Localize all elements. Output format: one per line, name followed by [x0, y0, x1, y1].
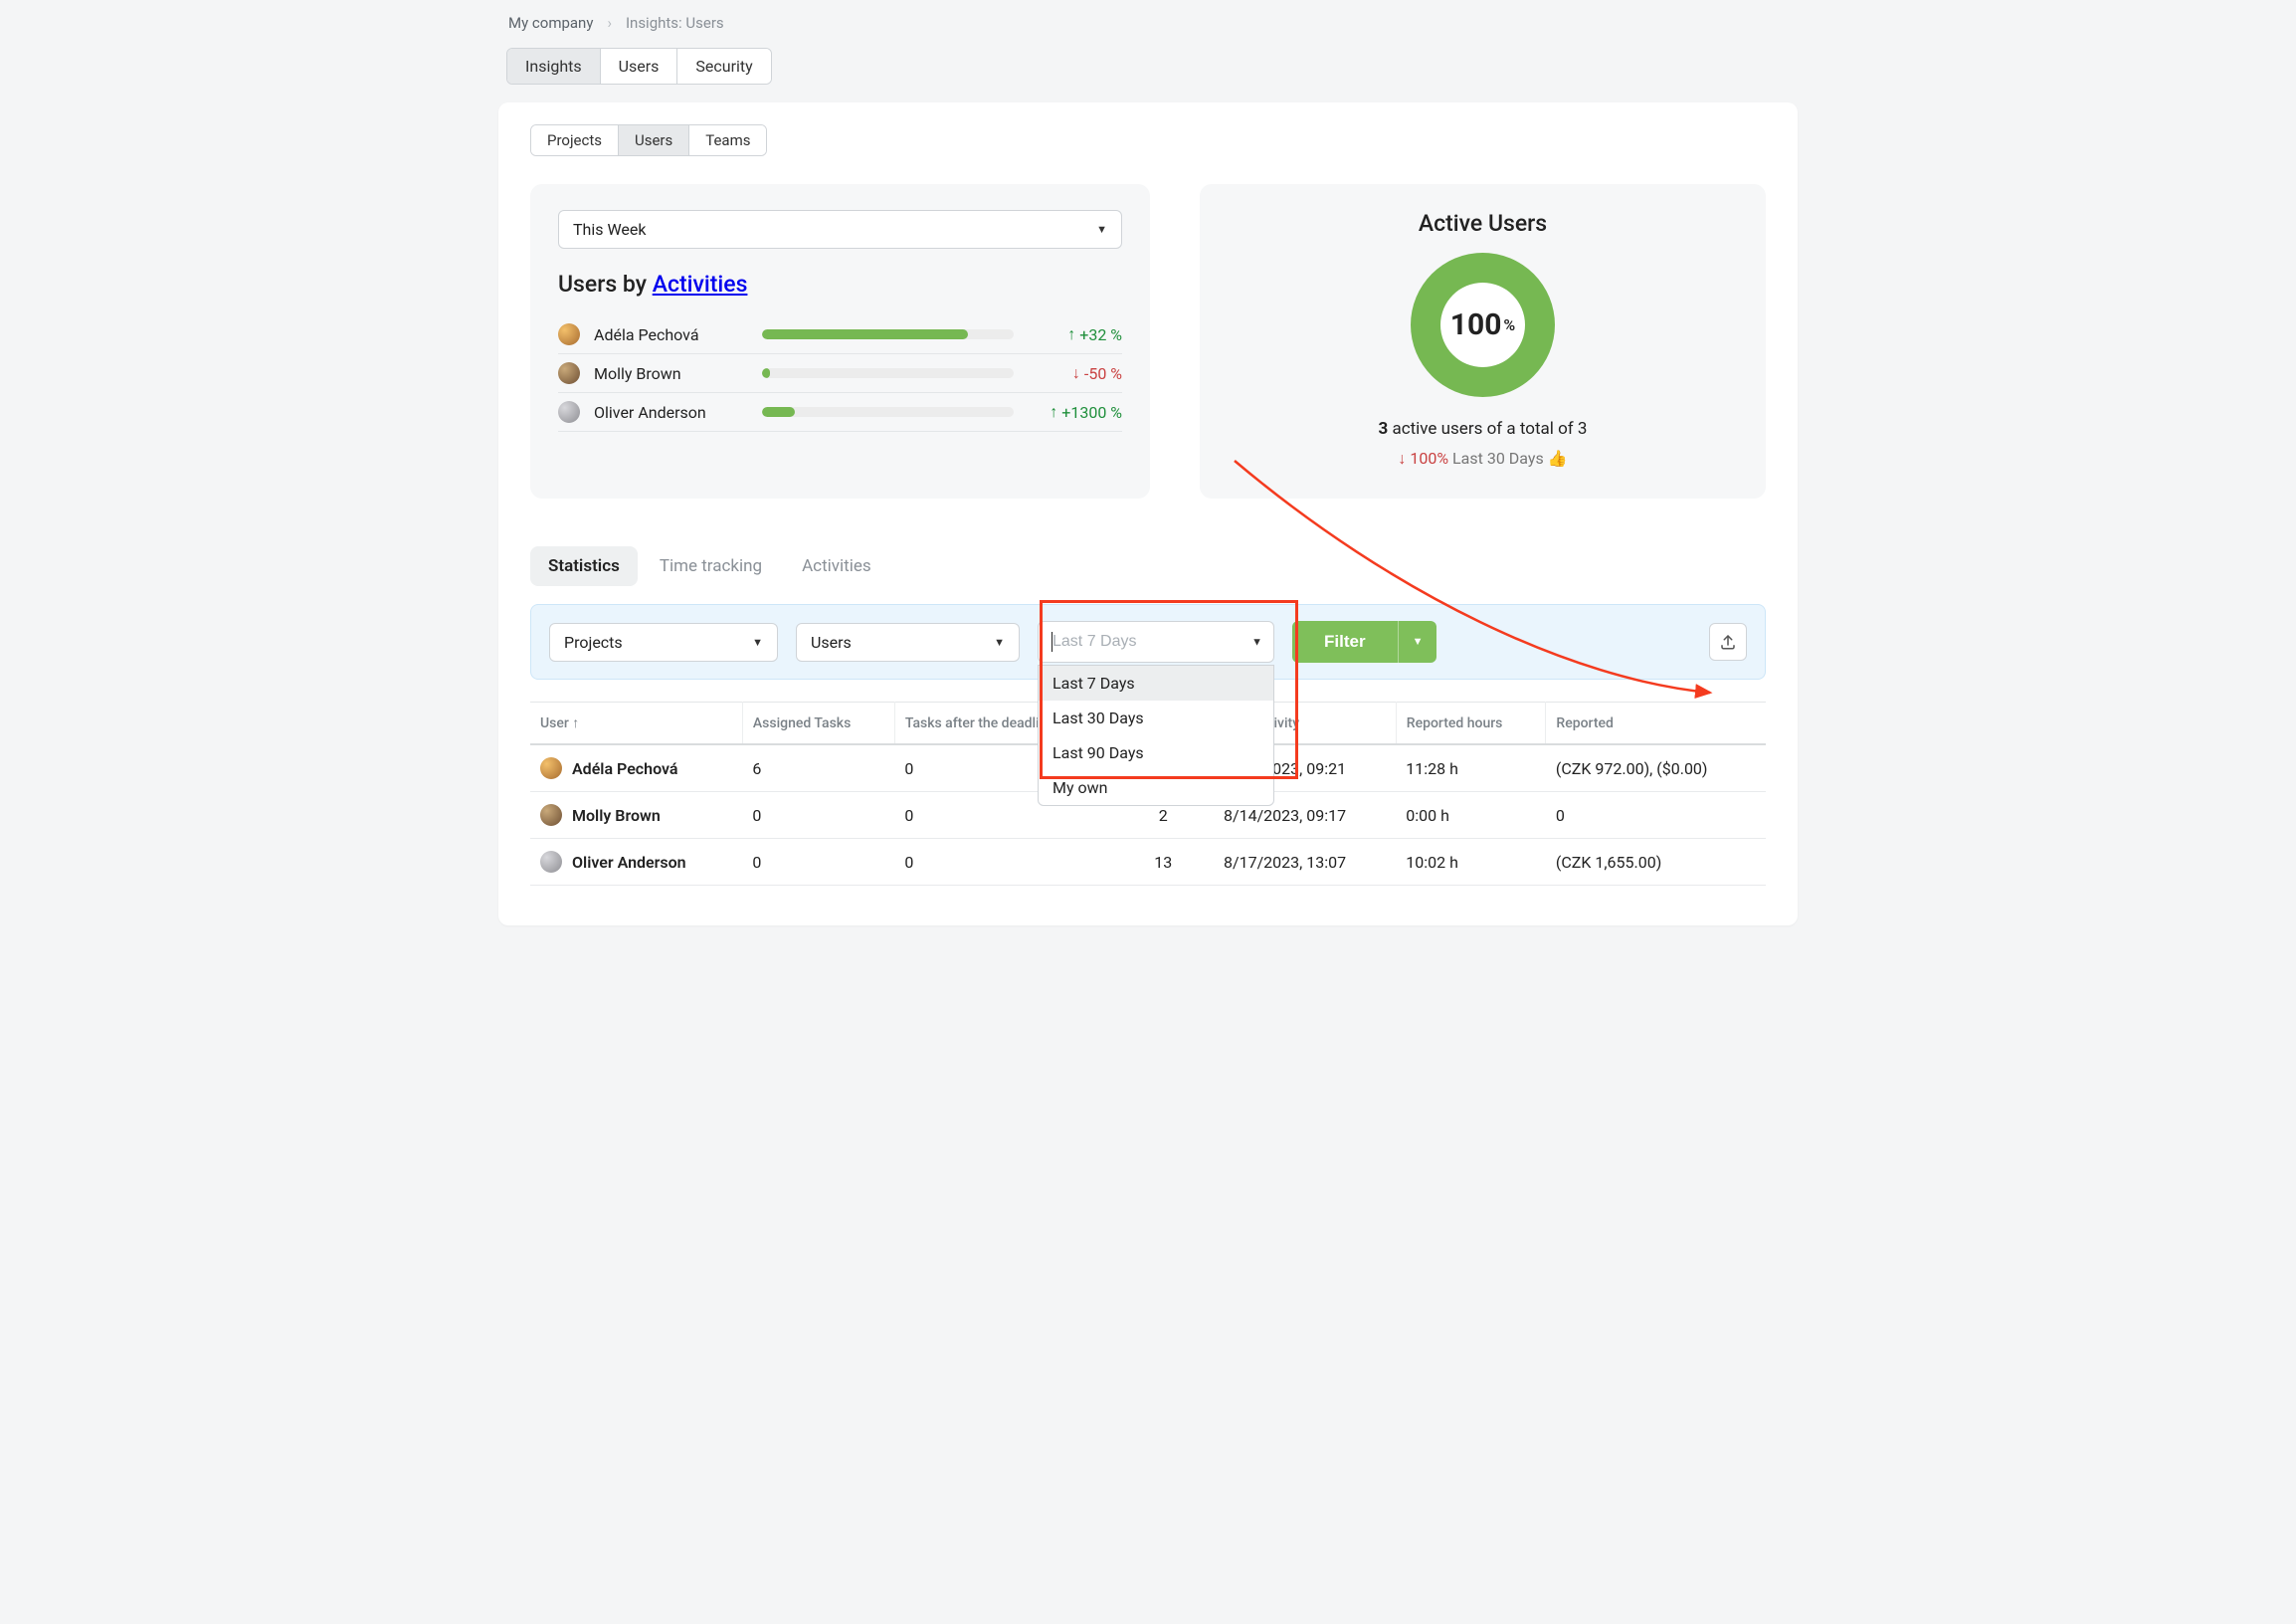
user-row: Oliver Anderson ↑+1300 %: [558, 393, 1122, 432]
filter-button[interactable]: Filter ▼: [1292, 621, 1436, 663]
stats-tabs: Statistics Time tracking Activities: [530, 546, 1766, 586]
cell-user: Oliver Anderson: [530, 839, 742, 886]
projects-select[interactable]: Projects ▼: [549, 623, 778, 662]
active-users-panel: Active Users 100% 3 active users of a to…: [1200, 184, 1766, 499]
active-users-summary: 3 active users of a total of 3: [1228, 419, 1738, 439]
projects-select-value: Projects: [564, 633, 623, 652]
user-row: Molly Brown ↓-50 %: [558, 354, 1122, 393]
cell-reported: 0: [1546, 792, 1766, 839]
breadcrumb-root[interactable]: My company: [508, 14, 593, 32]
col-reported-hours[interactable]: Reported hours: [1396, 703, 1546, 745]
date-range-select-wrap: ▼ Last 7 Days Last 30 Days Last 90 Days …: [1038, 621, 1274, 663]
active-users-title: Active Users: [1228, 210, 1738, 237]
avatar: [558, 323, 580, 345]
main-tab-row: Insights Users Security: [506, 48, 772, 85]
col-assigned[interactable]: Assigned Tasks: [742, 703, 894, 745]
arrow-up-icon: ↑: [1067, 324, 1075, 344]
stats-tab-statistics[interactable]: Statistics: [530, 546, 638, 586]
users-select-value: Users: [811, 633, 852, 652]
avatar: [540, 757, 562, 779]
user-name: Molly Brown: [594, 364, 748, 383]
main-card: Projects Users Teams This Week ▼ Users b…: [498, 102, 1798, 925]
cell-reported-hours: 11:28 h: [1396, 744, 1546, 792]
user-name: Adéla Pechová: [594, 325, 748, 344]
chevron-right-icon: ›: [607, 14, 612, 32]
arrow-down-icon: ↓: [1072, 363, 1080, 383]
donut-center-value: 100%: [1411, 253, 1555, 397]
panels-row: This Week ▼ Users by Activities Adéla Pe…: [530, 184, 1766, 499]
activity-bar: [762, 407, 1014, 417]
time-range-select[interactable]: This Week ▼: [558, 210, 1122, 249]
filter-button-label: Filter: [1292, 621, 1398, 663]
donut-chart: 100%: [1411, 253, 1555, 397]
cell-reported-hours: 10:02 h: [1396, 839, 1546, 886]
cell-deadline: 0: [894, 839, 1112, 886]
filter-button-caret[interactable]: ▼: [1398, 621, 1437, 663]
time-range-value: This Week: [573, 220, 647, 239]
cell-reported: (CZK 1,655.00): [1546, 839, 1766, 886]
activity-bar: [762, 329, 1014, 339]
date-range-dropdown: Last 7 Days Last 30 Days Last 90 Days My…: [1038, 665, 1274, 806]
users-by-title: Users by Activities: [558, 271, 1122, 298]
cell-reported-hours: 0:00 h: [1396, 792, 1546, 839]
tab-insights[interactable]: Insights: [507, 49, 601, 84]
active-users-sub: ↓ 100% Last 30 Days 👍: [1228, 449, 1738, 469]
users-select[interactable]: Users ▼: [796, 623, 1020, 662]
date-option-my-own[interactable]: My own: [1039, 770, 1273, 805]
activity-bar: [762, 368, 1014, 378]
cell-user: Molly Brown: [530, 792, 742, 839]
export-button[interactable]: [1709, 623, 1747, 661]
sub-tab-users[interactable]: Users: [619, 125, 689, 155]
delta-value: ↑+32 %: [1028, 324, 1122, 344]
date-option-last-7[interactable]: Last 7 Days: [1039, 666, 1273, 701]
users-by-prefix: Users by: [558, 271, 653, 298]
arrow-down-icon: ↓: [1398, 449, 1406, 468]
cell-assigned: 0: [742, 839, 894, 886]
cell-assigned: 0: [742, 792, 894, 839]
tab-security[interactable]: Security: [677, 49, 770, 84]
chevron-down-icon: ▼: [1096, 223, 1107, 236]
chevron-down-icon: ▼: [752, 636, 763, 649]
filter-bar: Projects ▼ Users ▼ ▼ Last 7 Days Last 30…: [530, 604, 1766, 680]
date-option-last-30[interactable]: Last 30 Days: [1039, 701, 1273, 735]
avatar: [558, 401, 580, 423]
tab-users[interactable]: Users: [601, 49, 678, 84]
cell-activities: 13: [1112, 839, 1214, 886]
date-option-last-90[interactable]: Last 90 Days: [1039, 735, 1273, 770]
cell-user: Adéla Pechová: [530, 744, 742, 792]
sub-tab-teams[interactable]: Teams: [689, 125, 766, 155]
delta-value: ↓-50 %: [1028, 363, 1122, 383]
table-row: Oliver Anderson00138/17/2023, 13:0710:02…: [530, 839, 1766, 886]
chevron-down-icon: ▼: [1251, 636, 1262, 649]
export-icon: [1719, 633, 1737, 651]
thumbs-up-icon: 👍: [1548, 449, 1568, 468]
stats-tab-activities[interactable]: Activities: [784, 546, 889, 586]
breadcrumb: My company › Insights: Users: [498, 10, 1798, 36]
sub-tab-row: Projects Users Teams: [530, 124, 767, 156]
cell-assigned: 6: [742, 744, 894, 792]
sub-tab-projects[interactable]: Projects: [531, 125, 619, 155]
users-by-link[interactable]: Activities: [653, 271, 748, 298]
user-name: Oliver Anderson: [594, 403, 748, 422]
avatar: [540, 851, 562, 873]
avatar: [540, 804, 562, 826]
date-range-input[interactable]: [1038, 621, 1274, 663]
col-user[interactable]: User ↑: [530, 703, 742, 745]
user-row: Adéla Pechová ↑+32 %: [558, 315, 1122, 354]
arrow-up-icon: ↑: [1050, 402, 1057, 422]
col-reported[interactable]: Reported: [1546, 703, 1766, 745]
avatar: [558, 362, 580, 384]
breadcrumb-current: Insights: Users: [626, 14, 724, 32]
stats-tab-time-tracking[interactable]: Time tracking: [642, 546, 780, 586]
delta-value: ↑+1300 %: [1028, 402, 1122, 422]
chevron-down-icon: ▼: [994, 636, 1005, 649]
users-by-activities-panel: This Week ▼ Users by Activities Adéla Pe…: [530, 184, 1150, 499]
cell-last-activity: 8/17/2023, 13:07: [1214, 839, 1396, 886]
cell-reported: (CZK 972.00), ($0.00): [1546, 744, 1766, 792]
